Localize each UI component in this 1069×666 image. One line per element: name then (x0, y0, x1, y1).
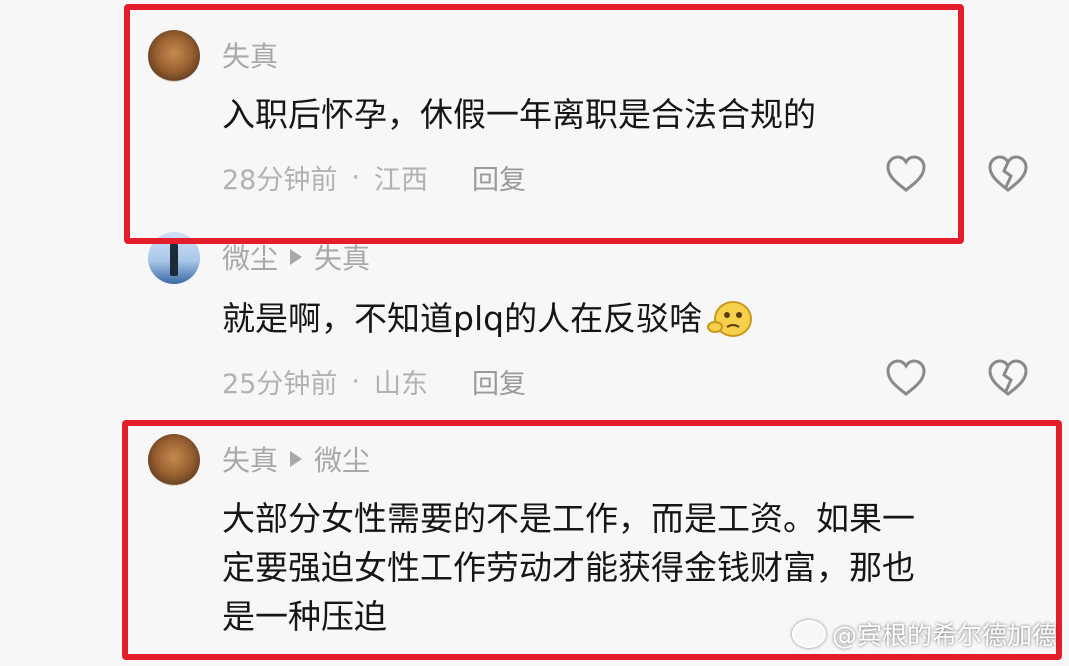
comment-author[interactable]: 失真 (222, 35, 278, 75)
meta-separator: · (351, 366, 360, 397)
heart-icon[interactable] (884, 154, 928, 194)
avatar[interactable] (148, 30, 200, 82)
comment-author[interactable]: 微尘 (222, 237, 278, 277)
broken-heart-icon[interactable] (986, 154, 1030, 194)
broken-heart-icon[interactable] (986, 358, 1030, 398)
meta-separator: · (351, 162, 360, 193)
heart-icon[interactable] (884, 358, 928, 398)
comment-location: 江西 (373, 165, 428, 196)
comment-location: 山东 (373, 369, 428, 400)
comment-meta: 28分钟前 · 江西 回复 (222, 158, 526, 197)
comment-text-content: 就是啊，不知道plq的人在反驳啥 (222, 299, 703, 338)
comment-author[interactable]: 失真 (222, 439, 278, 479)
reply-button[interactable]: 回复 (472, 362, 526, 401)
comment-author-row: 失真 微尘 (222, 439, 370, 479)
comment-time: 25分钟前 (222, 369, 338, 400)
thinking-emoji (706, 299, 756, 339)
comment-text: 入职后怀孕，休假一年离职是合法合规的 (222, 95, 816, 134)
comment-item: 失真 入职后怀孕，休假一年离职是合法合规的 28分钟前 · 江西 回复 (148, 30, 1038, 230)
reply-button[interactable]: 回复 (472, 158, 526, 197)
reply-target[interactable]: 微尘 (314, 439, 370, 479)
comment-author-row: 微尘 失真 (222, 237, 370, 277)
watermark-text: @宾根的希尔德加德 (831, 621, 1057, 650)
reply-arrow-icon (290, 249, 303, 265)
avatar[interactable] (148, 232, 200, 284)
watermark: @宾根的希尔德加德 (791, 616, 1057, 652)
comment-text-line: 大部分女性需要的不是工作，而是工资。如果一 (222, 499, 915, 538)
comment-text-line: 定要强迫女性工作劳动才能获得金钱财富，那也 (222, 548, 915, 587)
comment-item: 微尘 失真 就是啊，不知道plq的人在反驳啥 25分钟前 · 山东 回复 (148, 232, 1038, 412)
reply-target[interactable]: 失真 (314, 237, 370, 277)
comment-meta: 25分钟前 · 山东 回复 (222, 362, 526, 401)
comment-text: 就是啊，不知道plq的人在反驳啥 (222, 294, 756, 343)
comment-time: 28分钟前 (222, 165, 338, 196)
weibo-icon (791, 620, 826, 648)
reply-arrow-icon (290, 451, 303, 467)
comment-author-row: 失真 (222, 35, 278, 75)
avatar[interactable] (148, 434, 200, 486)
